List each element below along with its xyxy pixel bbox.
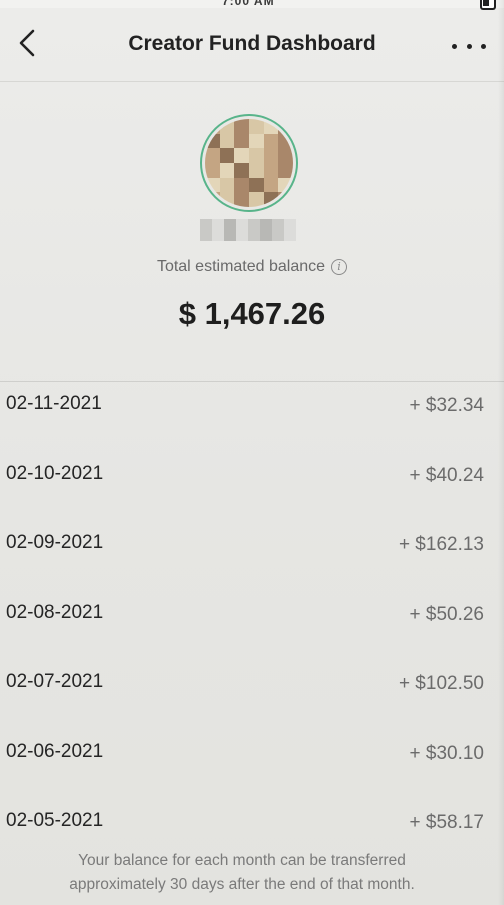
list-item[interactable]: 02-08-2021 + $50.26 — [0, 591, 504, 661]
entry-date: 02-07-2021 — [6, 671, 104, 692]
entry-amount: + $102.50 — [398, 673, 484, 694]
list-item[interactable]: 02-10-2021 + $40.24 — [0, 452, 504, 522]
list-item[interactable]: 02-07-2021 + $102.50 — [0, 660, 504, 730]
list-item[interactable]: 02-09-2021 + $162.13 — [0, 521, 504, 591]
username-redacted — [200, 219, 296, 241]
navigation-bar: Creator Fund Dashboard — [0, 8, 504, 82]
entry-amount: + $50.26 — [409, 603, 485, 625]
balance-value: $ 1,467.26 — [178, 296, 326, 331]
entry-amount: + $58.17 — [409, 812, 485, 833]
entry-amount: + $30.10 — [409, 742, 485, 764]
page-title: Creator Fund Dashboard — [128, 32, 376, 55]
entry-date: 02-06-2021 — [6, 740, 104, 762]
entry-date: 02-09-2021 — [6, 532, 104, 553]
earnings-list: 02-11-2021 + $32.34 02-10-2021 + $40.24 … — [0, 382, 504, 869]
entry-date: 02-11-2021 — [6, 393, 102, 414]
entry-amount: + $162.13 — [398, 534, 484, 555]
creator-fund-screen: 7:00 AM Creator Fund Dashboard Total est… — [0, 0, 504, 905]
status-bar: 7:00 AM — [0, 0, 504, 10]
list-item[interactable]: 02-06-2021 + $30.10 — [0, 730, 504, 800]
balance-label: Total estimated balance — [156, 258, 326, 275]
more-options-icon[interactable] — [452, 38, 486, 54]
balance-label-row: Total estimated balance i — [0, 258, 504, 276]
transfer-footnote: Your balance for each month can be trans… — [69, 852, 415, 893]
info-icon[interactable]: i — [331, 259, 348, 275]
entry-date: 02-05-2021 — [6, 810, 104, 831]
entry-amount: + $40.24 — [409, 464, 485, 486]
entry-amount: + $32.34 — [409, 395, 485, 416]
entry-date: 02-10-2021 — [6, 462, 104, 484]
edge-shadow — [498, 0, 504, 905]
avatar[interactable] — [200, 114, 298, 212]
status-time: 7:00 AM — [222, 0, 275, 8]
entry-date: 02-08-2021 — [6, 601, 104, 623]
list-item[interactable]: 02-11-2021 + $32.34 — [0, 382, 504, 452]
